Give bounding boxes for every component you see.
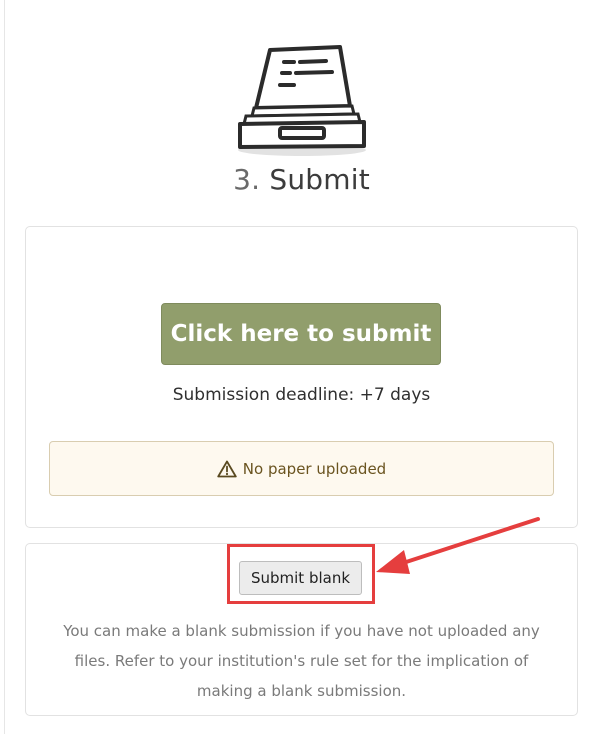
step-title: 3. Submit [0, 163, 593, 196]
blank-submission-description: You can make a blank submission if you h… [63, 622, 540, 700]
no-paper-warning: No paper uploaded [49, 441, 554, 496]
submission-deadline: Submission deadline: +7 days [172, 385, 431, 405]
warning-triangle-icon [217, 460, 237, 477]
file-tray-icon [238, 45, 366, 156]
annotation-highlight-box [227, 544, 375, 604]
step-number: 3. [233, 163, 261, 196]
warning-text: No paper uploaded [242, 459, 387, 478]
step-title-text: Submit [269, 163, 370, 196]
submit-button[interactable]: Click here to submit [161, 303, 441, 365]
submission-card: Click here to submit Submission deadline… [25, 226, 578, 528]
page-divider [4, 0, 5, 734]
annotation-arrow-icon [376, 517, 540, 574]
